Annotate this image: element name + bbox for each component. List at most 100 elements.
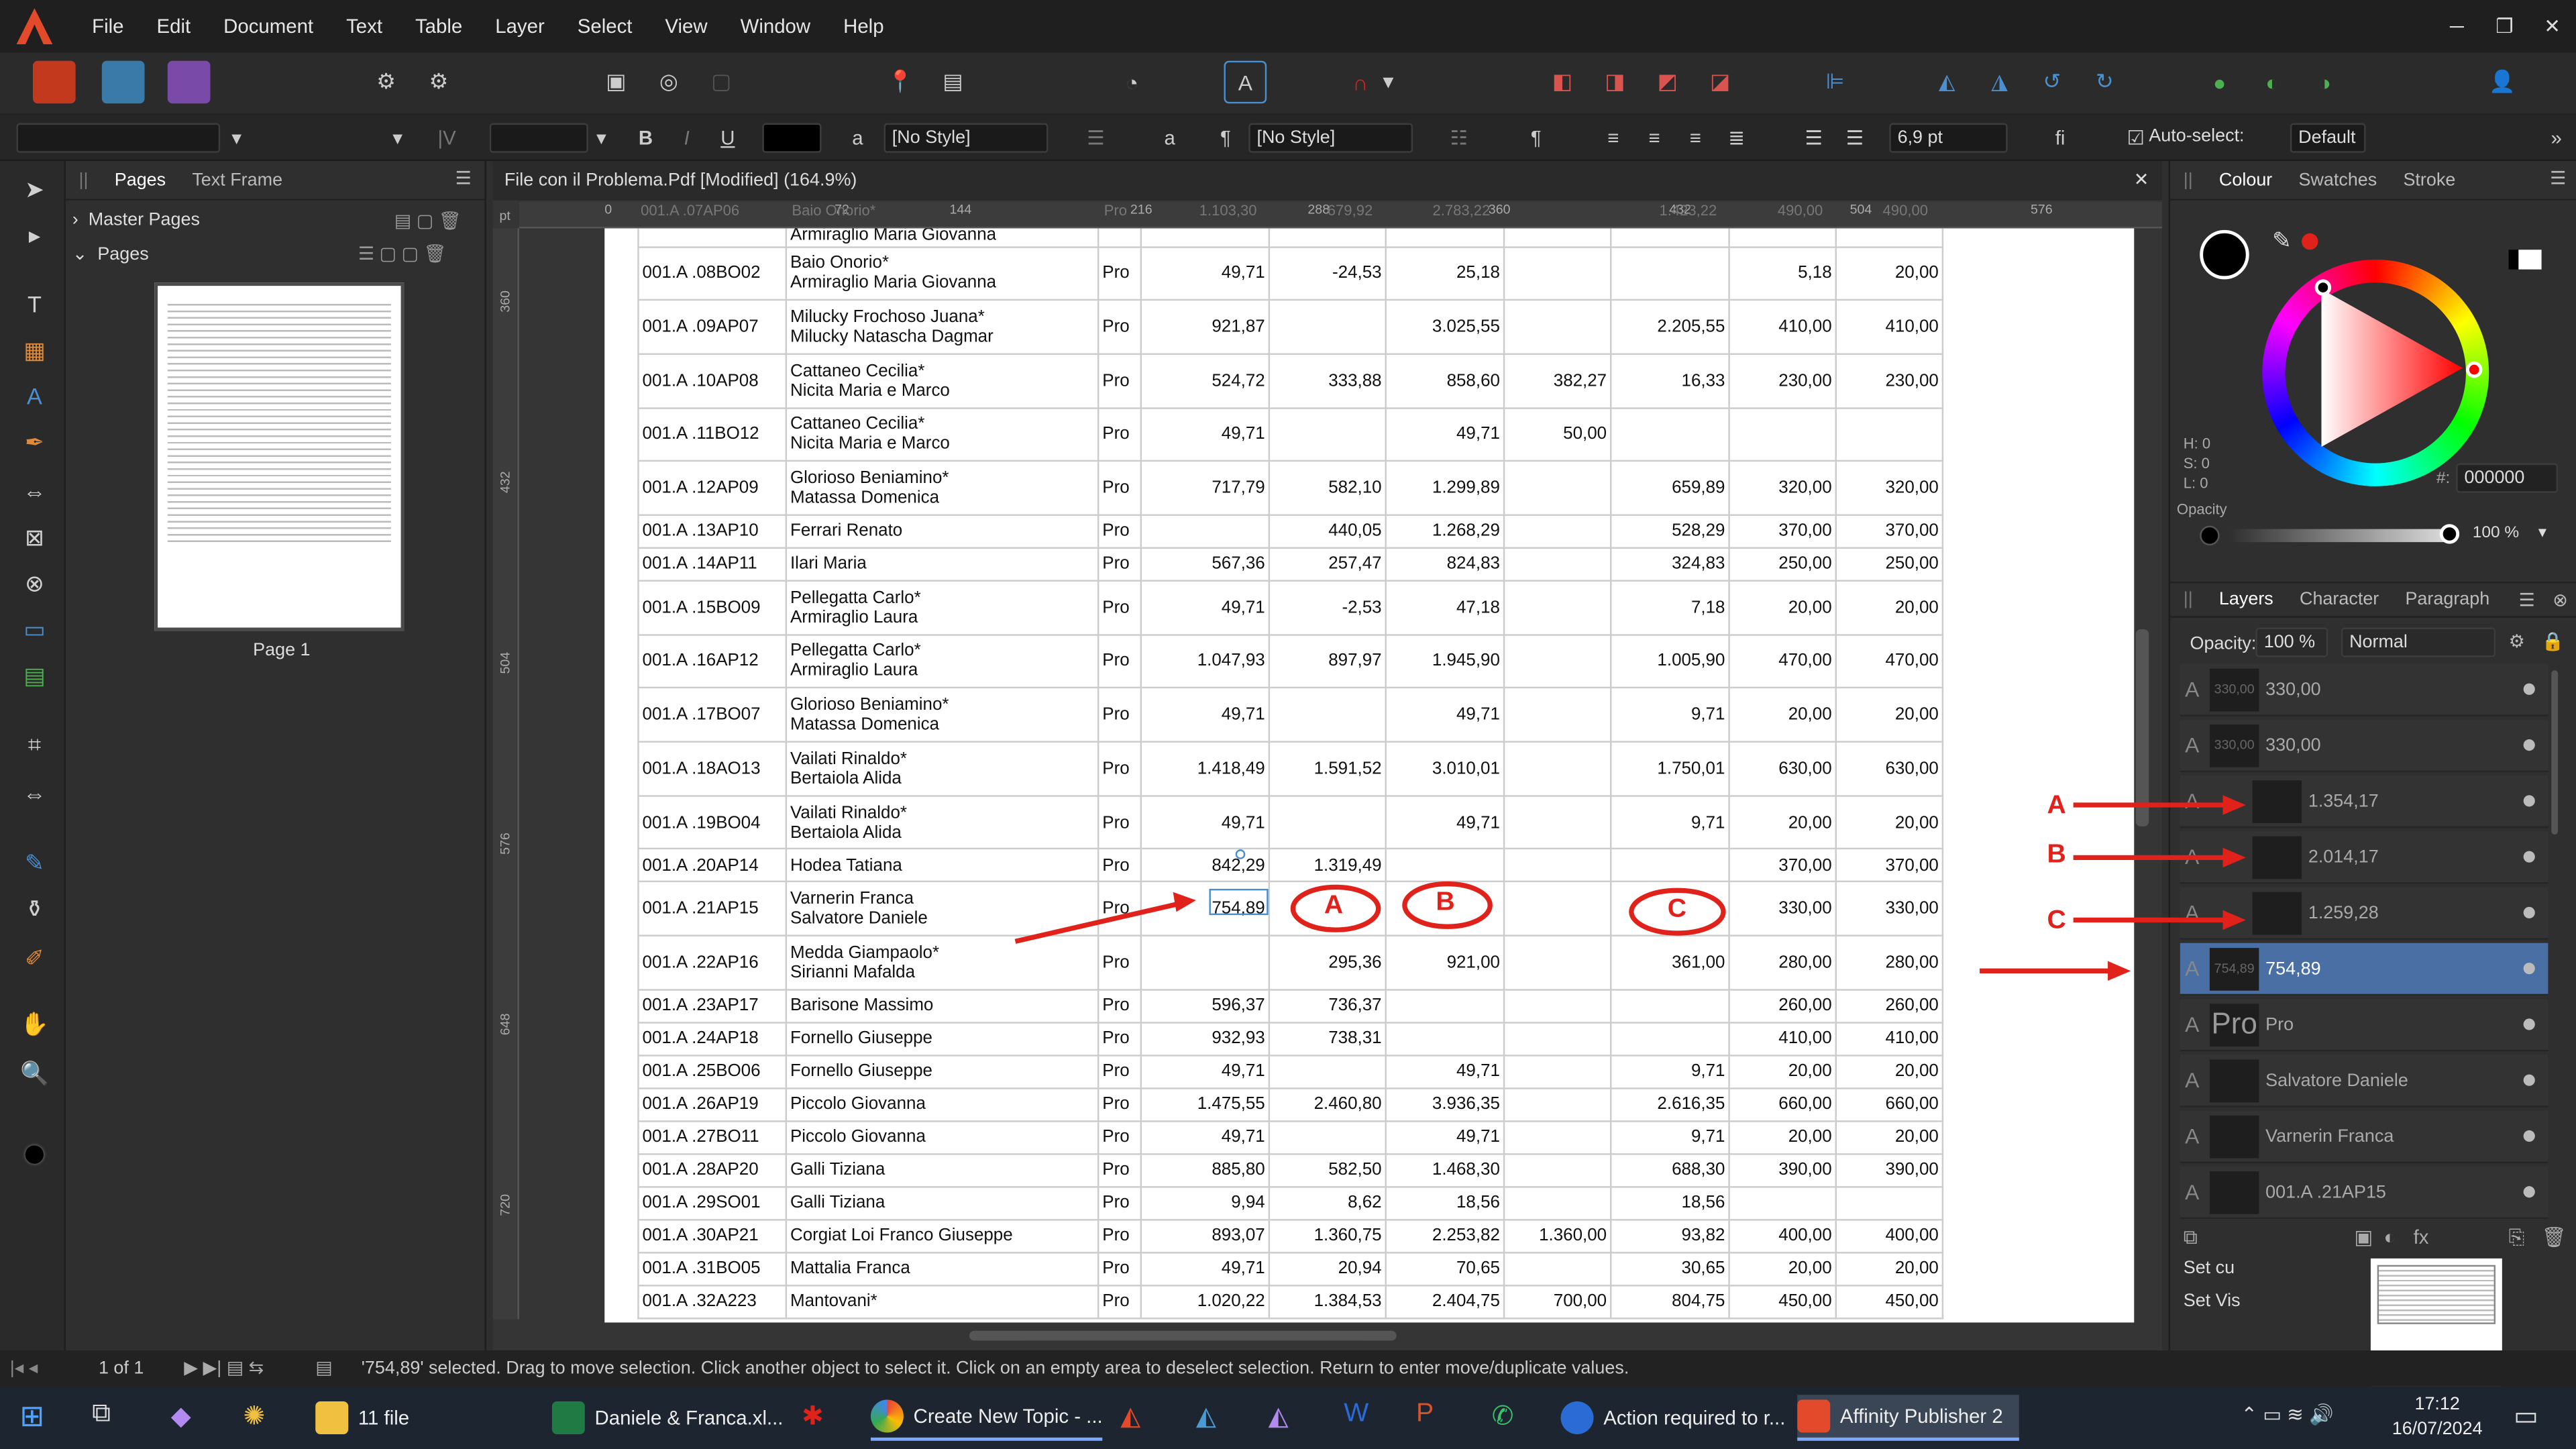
opacity-slider[interactable] (2229, 529, 2450, 543)
visibility-dot-icon[interactable] (2523, 795, 2535, 807)
justify-icon[interactable]: ≣ (1720, 123, 1753, 153)
opacity-slider-thumb[interactable] (2439, 524, 2460, 544)
visibility-dot-icon[interactable] (2523, 1074, 2535, 1086)
bw-toggle[interactable] (2518, 250, 2542, 270)
zoom-tool-icon[interactable]: 🔍 (16, 1055, 52, 1091)
font-size-dropdown-icon[interactable]: ▾ (585, 123, 618, 153)
layers-panel-menu-icon[interactable]: ☰ (2519, 589, 2535, 610)
color-fill-stroke-icon[interactable]: ● (16, 1126, 52, 1175)
menu-table[interactable]: Table (398, 15, 478, 38)
tab-text-frame[interactable]: Text Frame (179, 170, 296, 189)
table-tool-icon[interactable]: ▦ (16, 332, 52, 368)
snapping-dropdown-icon[interactable]: ▾ (1377, 61, 1399, 104)
italic-icon[interactable]: I (670, 123, 703, 153)
pin-icon[interactable]: 📍 (879, 61, 922, 104)
publisher-persona-icon[interactable] (32, 60, 76, 104)
delete-layer-icon[interactable]: 🗑 (2542, 1226, 2567, 1248)
app-taskbar-icon[interactable]: ✱ (802, 1400, 824, 1433)
overflow-chevron-icon[interactable]: » (2540, 123, 2573, 153)
char-style-icon[interactable]: a (841, 123, 874, 153)
settings-gear-icon[interactable]: ⚙ (365, 61, 408, 104)
numbering-icon[interactable]: ☰ (1838, 123, 1871, 153)
show-hide-icon[interactable]: ◔ (1111, 61, 1154, 104)
master-page-actions-icon[interactable]: ▤ ▢ 🗑 (394, 210, 462, 231)
layer-row[interactable]: A 330,00 330,00 (2180, 663, 2548, 716)
opacity-dropdown-icon[interactable]: ▾ (2538, 524, 2546, 542)
photo-taskbar-icon[interactable]: ◭ (1196, 1400, 1216, 1433)
whatsapp-taskbar-icon[interactable]: ✆ (1492, 1400, 1514, 1433)
powerpoint-taskbar-icon[interactable]: P (1416, 1400, 1434, 1430)
pen-tool-icon[interactable]: ✒ (16, 424, 52, 460)
paragraph-style-select[interactable]: [No Style] (1248, 123, 1413, 153)
task-view-icon[interactable]: ⧉ (92, 1400, 111, 1430)
word-taskbar-icon[interactable]: W (1344, 1400, 1368, 1430)
layer-row[interactable]: A 001.A .21AP15 (2180, 1166, 2548, 1220)
indent-icon[interactable]: ☷ (1442, 123, 1475, 153)
master-pages-section[interactable]: › Master Pages (72, 210, 200, 229)
close-window-icon[interactable]: ✕ (2528, 0, 2576, 52)
mask-icon[interactable]: ▣ (2354, 1226, 2373, 1248)
picture-frame-tool-icon[interactable]: ⊠ (16, 519, 52, 555)
layer-row[interactable]: A 330,00 330,00 (2180, 719, 2548, 773)
layer-settings-gear-icon[interactable]: ⚙ (2509, 631, 2525, 652)
panel-menu-icon[interactable]: ☰ (455, 168, 472, 189)
align-center-icon[interactable]: ≡ (1638, 123, 1671, 153)
move-tool-icon[interactable]: ➤ (16, 171, 52, 207)
move-forward-icon[interactable]: ◩ (1646, 61, 1689, 104)
paragraph-format-icon[interactable]: ☰ (1079, 123, 1112, 153)
eyedropper-icon[interactable]: ✎ (2272, 227, 2292, 255)
preview-icon[interactable]: ◎ (647, 61, 690, 104)
font-traits-icon[interactable]: |V (431, 123, 464, 153)
first-page-icon[interactable]: |◂ ◂ (10, 1350, 38, 1387)
layer-row[interactable]: A Pro Pro (2180, 998, 2548, 1052)
visibility-dot-icon[interactable] (2523, 1130, 2535, 1142)
taskbar-action-required[interactable]: Action required to r... (1560, 1395, 1785, 1441)
add-layer-icon[interactable]: ⎘ (2509, 1226, 2525, 1250)
colour-wheel[interactable] (2262, 259, 2489, 486)
designer-taskbar-icon[interactable]: ◭ (1269, 1400, 1289, 1433)
tab-colour[interactable]: Colour (2206, 170, 2286, 189)
affinity-logo-icon[interactable] (16, 8, 53, 45)
colour-panel-menu-icon[interactable]: ☰ (2550, 168, 2566, 189)
character-style-select[interactable]: [No Style] (883, 123, 1049, 153)
autoselect-select[interactable]: Default (2290, 123, 2366, 153)
visibility-dot-icon[interactable] (2523, 906, 2535, 918)
transform-tool-icon[interactable]: ⇔ (16, 473, 52, 509)
menu-view[interactable]: View (649, 15, 724, 38)
layers-scrollbar[interactable] (2551, 670, 2559, 835)
layer-effects-icon[interactable]: ⧉ (2184, 1226, 2198, 1250)
vector-crop-tool-icon[interactable]: ⇔ (16, 775, 52, 812)
flip-horizontal-icon[interactable]: ◭ (1925, 61, 1968, 104)
tab-pages[interactable]: Pages (101, 170, 179, 189)
adjustment-icon[interactable]: ◐ (2383, 1226, 2396, 1248)
ellipse-frame-tool-icon[interactable]: ⊗ (16, 565, 52, 601)
pages-section[interactable]: ⌄ Pages (72, 243, 149, 264)
font-style-dropdown-icon[interactable]: ▾ (381, 123, 414, 153)
move-backward-icon[interactable]: ◨ (1594, 61, 1637, 104)
boolean-subtract-icon[interactable]: ◐ (2251, 61, 2294, 104)
flip-vertical-icon[interactable]: ◮ (1978, 61, 2021, 104)
visibility-dot-icon[interactable] (2523, 1018, 2535, 1030)
designer-persona-icon[interactable] (167, 60, 211, 104)
frame-text-tool-icon[interactable]: T (16, 286, 52, 322)
tab-layers[interactable]: Layers (2206, 590, 2286, 609)
rotate-right-icon[interactable]: ↻ (2083, 61, 2126, 104)
play-icon[interactable]: ▶ ▶| ▤ ⇆ (184, 1350, 264, 1387)
taskbar-chrome[interactable]: Create New Topic - ... (870, 1395, 1103, 1441)
fill-swatch[interactable] (2200, 229, 2249, 280)
page-thumbnail[interactable] (154, 282, 405, 631)
taskbar-excel[interactable]: Daniele & Franca.xl... (551, 1395, 783, 1441)
menu-text[interactable]: Text (330, 15, 399, 38)
transparency-tool-icon[interactable]: ⚱ (16, 890, 52, 926)
artistic-text-tool-icon[interactable]: A (16, 378, 52, 414)
visibility-dot-icon[interactable] (2523, 1186, 2535, 1198)
horizontal-scrollbar[interactable] (969, 1330, 1397, 1341)
layer-row[interactable]: A Salvatore Daniele (2180, 1055, 2548, 1108)
text-color-swatch[interactable] (762, 123, 822, 153)
boolean-intersect-icon[interactable]: ◑ (2303, 61, 2346, 104)
menu-select[interactable]: Select (561, 15, 649, 38)
tray-icons[interactable]: ⌃ ▭ ≋ 🔊 (2241, 1403, 2333, 1426)
tab-character[interactable]: Character (2286, 590, 2392, 609)
photo-persona-icon[interactable] (101, 60, 145, 104)
blend-mode-select[interactable]: Normal (2341, 627, 2496, 657)
